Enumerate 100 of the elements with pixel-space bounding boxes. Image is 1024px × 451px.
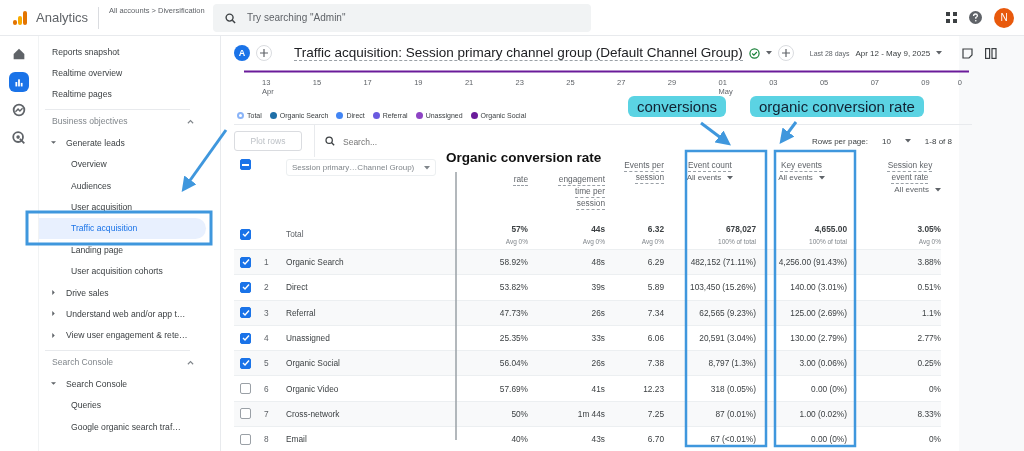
table-cell: 48s (591, 257, 605, 268)
table-cell: 2.77% (917, 333, 941, 344)
table-cell: 0% (929, 383, 941, 394)
table-cell: 6.06 (647, 333, 664, 344)
caret-icon[interactable] (904, 139, 911, 143)
total-value: 678,027 (726, 223, 756, 234)
table-cell: 43s (591, 434, 605, 445)
table-cell: 87 (0.01%) (715, 408, 756, 419)
help-icon[interactable] (969, 11, 982, 24)
table-cell: 1m 44s (577, 408, 605, 419)
checkbox[interactable] (240, 433, 251, 445)
table-cell: 56.04% (499, 358, 528, 369)
apps-grid-icon[interactable] (946, 12, 957, 23)
nav-item[interactable]: Overview (39, 153, 206, 175)
column-header[interactable]: Event count (688, 159, 732, 171)
table-cell: 8.33% (917, 408, 941, 419)
nav-item[interactable]: Traffic acquisition (39, 217, 206, 240)
table-cell: 47.73% (499, 307, 528, 318)
caret-icon (818, 176, 825, 180)
checkbox[interactable] (240, 281, 251, 293)
nav-item[interactable]: Understand web and/or app t… (39, 303, 206, 325)
add-comparison-button[interactable] (256, 45, 272, 61)
search-icon (225, 12, 237, 24)
reports-icon[interactable] (9, 72, 29, 92)
rows-per-page-select[interactable]: 10 (881, 136, 891, 146)
search-field[interactable]: Try searching "Admin" (213, 3, 592, 32)
checkbox[interactable] (240, 228, 251, 240)
column-header[interactable]: Key events (780, 159, 823, 171)
column-header[interactable]: engagement time per session (549, 173, 605, 209)
check-circle-icon[interactable] (748, 47, 760, 59)
checkbox[interactable] (240, 332, 251, 344)
checkbox[interactable] (240, 159, 251, 170)
row-number: 4 (264, 333, 269, 344)
checkbox[interactable] (240, 307, 251, 319)
table-cell: 40% (511, 434, 528, 445)
rows-per-page-label: Rows per page: (811, 136, 868, 146)
date-range[interactable]: Apr 12 - May 9, 2025 (855, 48, 931, 58)
table-cell: 140.00 (3.01%) (790, 282, 847, 293)
checkbox[interactable] (240, 357, 251, 369)
plus-icon (781, 49, 790, 57)
avatar[interactable]: N (994, 7, 1014, 28)
table-cell: 125.00 (2.69%) (790, 307, 847, 318)
table-cell: 26s (591, 358, 605, 369)
check-icon (241, 283, 250, 292)
comparison-badge[interactable]: A (234, 45, 250, 61)
nav-item[interactable]: Reports snapshot (39, 41, 206, 63)
nav-item[interactable]: Queries (39, 394, 206, 416)
table-cell: 41s (591, 383, 605, 394)
nav-item[interactable]: Landing page (39, 239, 206, 261)
columns-icon[interactable] (985, 47, 998, 59)
dimension-dropdown[interactable]: Session primary…Channel Group) (286, 159, 437, 176)
caret-icon[interactable] (936, 51, 943, 55)
nav-item[interactable]: Search Console (39, 373, 206, 395)
table-cell: 39s (591, 282, 605, 293)
add-button[interactable] (777, 45, 794, 61)
section-header[interactable]: Business objectives (52, 116, 128, 127)
annotation-arrow (181, 129, 228, 193)
page-info: 1-8 of 8 (924, 136, 952, 146)
nav-item[interactable]: User acquisition cohorts (39, 260, 206, 282)
nav-item[interactable]: Realtime pages (39, 83, 206, 106)
channel-name: Unassigned (286, 333, 330, 344)
chevron-icon[interactable] (187, 359, 194, 365)
row-number: 1 (264, 257, 269, 268)
minus-icon (242, 163, 249, 166)
table-cell: 6.29 (647, 257, 664, 268)
note-icon[interactable] (962, 47, 974, 59)
table-cell: 7.34 (647, 307, 664, 318)
table-cell: 6.70 (647, 434, 664, 445)
nav-item[interactable]: Generate leads (39, 132, 206, 154)
column-header[interactable]: Events per session (608, 159, 664, 183)
search-icon (325, 136, 335, 146)
table-cell: 3.00 (0.06%) (799, 358, 847, 369)
column-header[interactable]: rate (513, 173, 528, 185)
nav-item[interactable]: User acquisition (39, 196, 206, 218)
checkbox[interactable] (240, 408, 251, 420)
column-header[interactable]: Session key event rate (879, 159, 941, 183)
nav-item[interactable]: Google organic search traf… (39, 415, 206, 438)
table-cell: 482,152 (71.11%) (690, 257, 756, 268)
caret-icon[interactable] (765, 51, 772, 55)
chevron-icon[interactable] (187, 118, 194, 124)
event-filter-dropdown[interactable]: All events (894, 185, 941, 194)
table-cell: 1.00 (0.02%) (799, 408, 847, 419)
channel-name: Cross-network (286, 408, 340, 419)
checkbox[interactable] (240, 383, 251, 395)
nav-item[interactable]: Audiences (39, 174, 206, 197)
table-cell: 20,591 (3.04%) (699, 333, 756, 344)
check-icon (241, 258, 250, 267)
row-number: 6 (264, 383, 269, 394)
table-cell: 57.69% (499, 383, 528, 394)
nav-item[interactable]: Drive sales (39, 281, 206, 304)
nav-item[interactable]: View user engagement & rete… (39, 324, 206, 347)
table-cell: 0.00 (0%) (811, 434, 847, 445)
event-filter-dropdown[interactable]: All events (686, 173, 734, 182)
event-filter-dropdown[interactable]: All events (778, 173, 825, 182)
report-title: Traffic acquisition: Session primary channel group (Default Channel Group) (294, 45, 743, 61)
nav-item[interactable]: Realtime overview (39, 62, 206, 84)
section-header[interactable]: Search Console (52, 357, 114, 368)
table-cell: 103,450 (15.26%) (690, 282, 756, 293)
checkbox[interactable] (240, 256, 251, 268)
total-value: 57% (511, 223, 528, 234)
